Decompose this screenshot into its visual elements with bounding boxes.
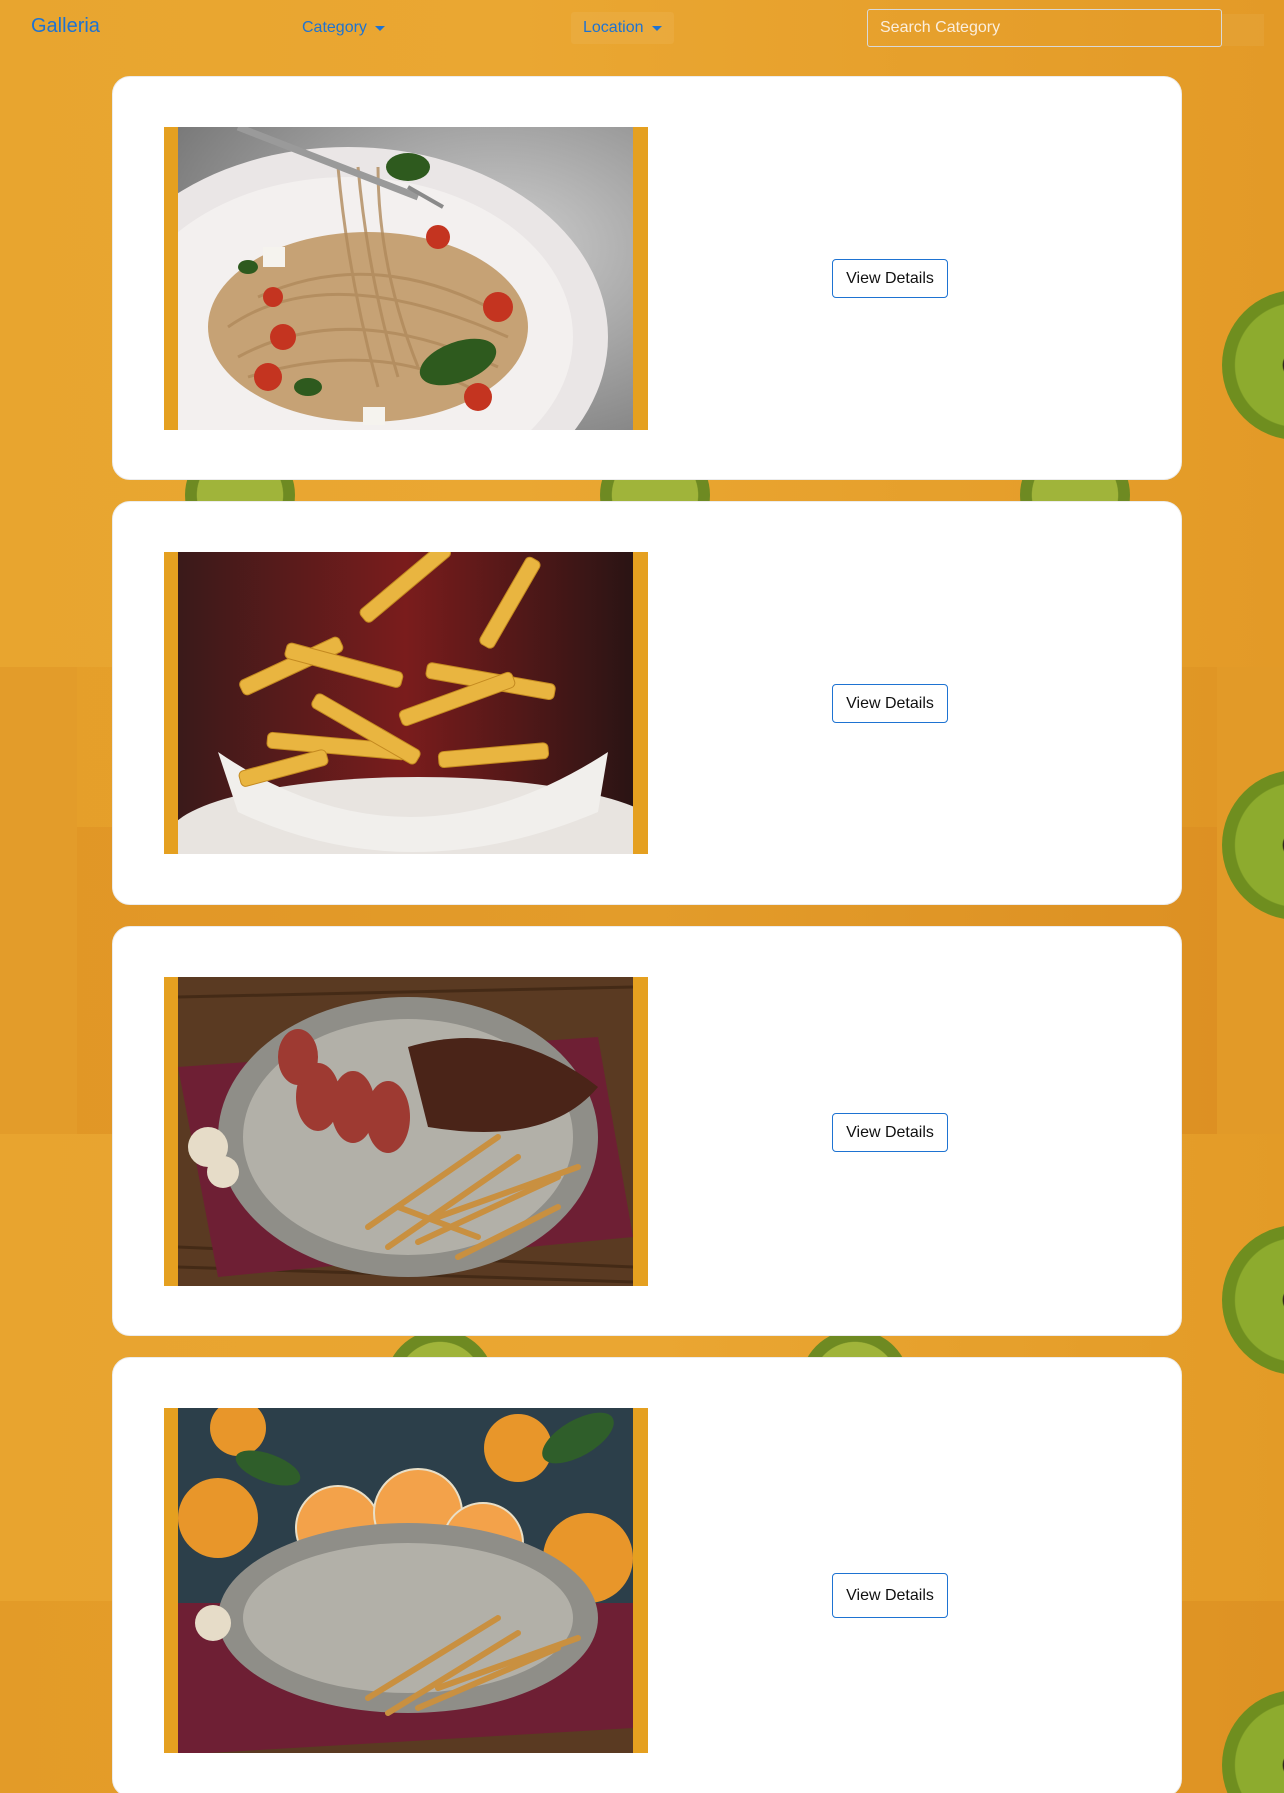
category-dropdown[interactable]: Category	[290, 12, 397, 44]
search-submit-button[interactable]	[1222, 14, 1264, 46]
brand-link[interactable]: Galleria	[31, 15, 100, 38]
location-dropdown[interactable]: Location	[571, 12, 674, 44]
card-image-frame	[164, 977, 648, 1286]
card-image-frame	[164, 127, 648, 430]
food-card: View Details	[112, 501, 1182, 905]
view-details-button[interactable]: View Details	[832, 684, 948, 723]
pasta-photo-icon	[178, 127, 633, 430]
top-navbar: Galleria Category Location	[0, 0, 1284, 56]
mandarin-photo-icon	[178, 1408, 633, 1753]
steak-photo-icon	[178, 977, 633, 1286]
food-card: View Details	[112, 76, 1182, 480]
fries-photo-icon	[178, 552, 633, 854]
search-category-input[interactable]	[867, 9, 1222, 47]
card-image-frame	[164, 1408, 648, 1753]
food-card: View Details	[112, 1357, 1182, 1793]
caret-down-icon	[651, 25, 662, 31]
view-details-button[interactable]: View Details	[832, 259, 948, 298]
caret-down-icon	[374, 25, 385, 31]
location-dropdown-label: Location	[583, 19, 644, 36]
category-dropdown-label: Category	[302, 19, 367, 36]
view-details-button[interactable]: View Details	[832, 1573, 948, 1618]
view-details-button[interactable]: View Details	[832, 1113, 948, 1152]
food-card: View Details	[112, 926, 1182, 1336]
card-image-frame	[164, 552, 648, 854]
